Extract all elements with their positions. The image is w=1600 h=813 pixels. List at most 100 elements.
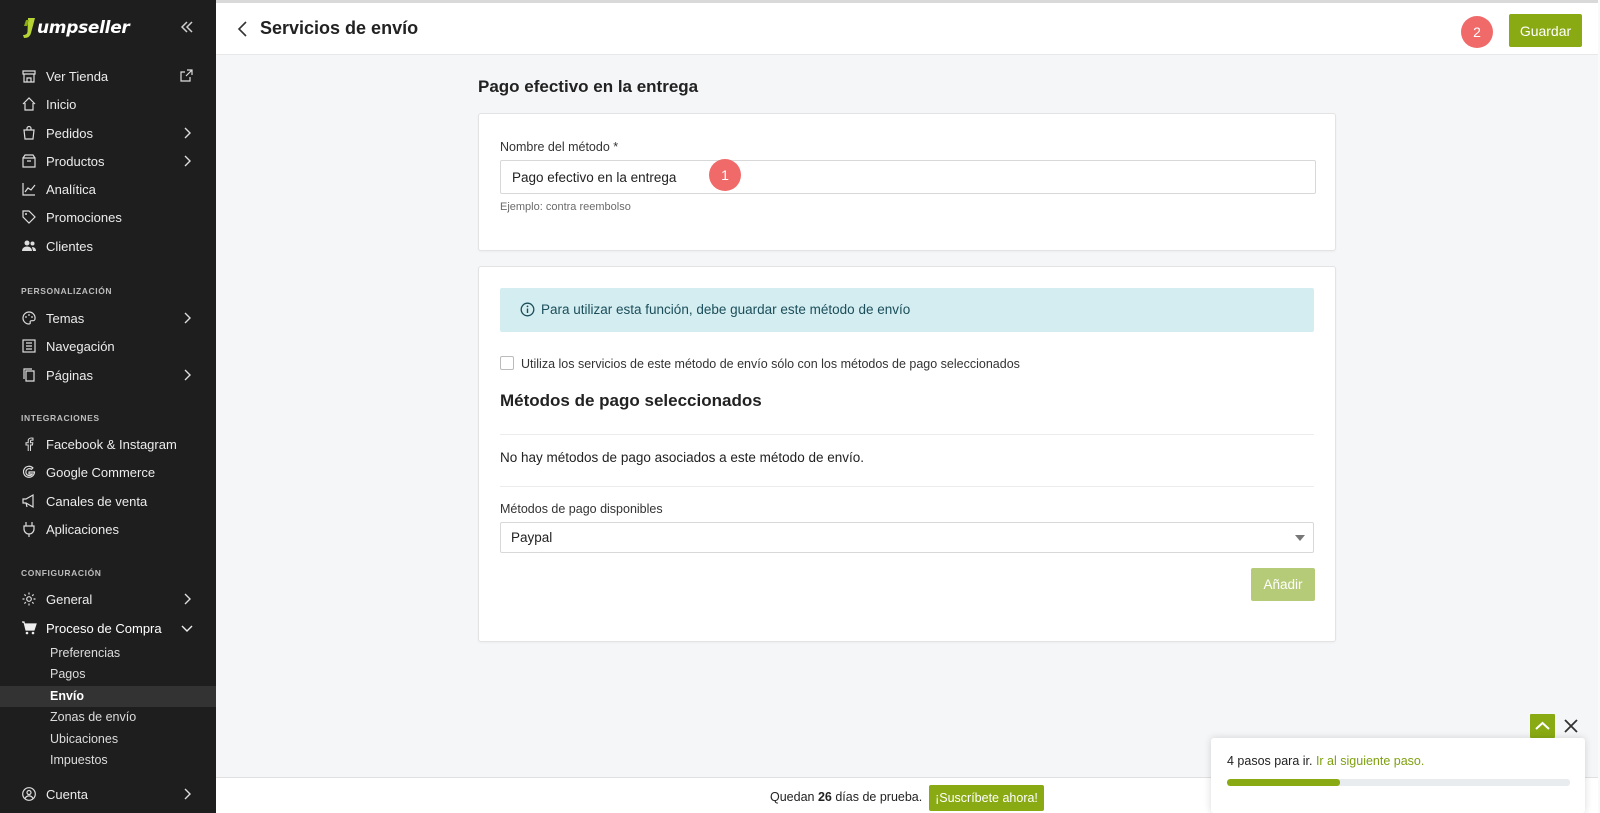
divider [500,486,1314,487]
step-badge-1: 1 [709,159,741,191]
onboarding-text: 4 pasos para ir. Ir al siguiente paso. [1227,754,1424,768]
method-name-card: Nombre del método * 1 Ejemplo: contra re… [478,113,1336,251]
section-title-configuracion: CONFIGURACIÓN [21,568,102,578]
sidebar-sub-envio[interactable]: Envío [0,686,216,707]
trial-prefix: Quedan [770,790,818,804]
method-heading: Pago efectivo en la entrega [478,77,699,96]
sidebar-item-pedidos[interactable]: Pedidos [0,120,216,146]
sidebar-sub-label: Envío [50,689,85,703]
chevron-up-icon [1535,721,1550,730]
jumpseller-logo[interactable]: umpseller [22,16,130,40]
available-methods-select[interactable]: Paypal [500,522,1314,553]
onboarding-widget: 4 pasos para ir. Ir al siguiente paso. [1211,738,1585,813]
sidebar-item-aplicaciones[interactable]: Aplicaciones [0,516,216,542]
sidebar-item-canales[interactable]: Canales de venta [0,488,216,514]
sidebar-item-label: Google Commerce [46,464,156,480]
section-title-integraciones: INTEGRACIONES [21,413,100,423]
sidebar-item-label: Pedidos [46,125,93,141]
sidebar-sub-label: Preferencias [50,646,121,660]
chevron-right-icon [184,369,191,381]
widget-expand-button[interactable] [1530,714,1555,738]
sidebar-sub-impuestos[interactable]: Impuestos [0,750,216,771]
list-icon [22,339,36,353]
no-methods-text: No hay métodos de pago asociados a este … [500,450,864,465]
chevron-down-icon [181,625,193,632]
sidebar-item-label: Temas [46,310,85,326]
sidebar-item-inicio[interactable]: Inicio [0,91,216,117]
megaphone-icon [22,493,34,509]
sidebar-item-cuenta[interactable]: Cuenta [0,781,216,807]
sidebar-sub-preferencias[interactable]: Preferencias [0,643,216,664]
sidebar-item-general[interactable]: General [0,586,216,612]
sidebar-item-label: Inicio [46,96,77,112]
chevron-left-icon[interactable] [236,19,250,39]
close-icon[interactable] [1561,716,1581,736]
home-icon [22,97,36,111]
method-name-label: Nombre del método * [500,140,619,154]
sidebar-item-analitica[interactable]: Analítica [0,176,216,202]
sidebar-item-label: Aplicaciones [46,521,119,537]
sidebar-sub-pagos[interactable]: Pagos [0,664,216,685]
gear-icon [22,592,36,606]
logo-text: umpseller [37,18,130,38]
sidebar-item-label: Clientes [46,238,93,254]
sidebar-item-label: Canales de venta [46,493,148,509]
sidebar-sub-ubicaciones[interactable]: Ubicaciones [0,729,216,750]
sidebar-sub-label: Zonas de envío [50,710,137,724]
store-icon [22,70,36,83]
pages-icon [23,368,35,382]
sidebar-sub-label: Ubicaciones [50,732,119,746]
subscribe-button[interactable]: ¡Suscríbete ahora! [929,785,1044,811]
select-value: Paypal [511,530,553,545]
next-step-link[interactable]: Ir al siguiente paso. [1316,754,1424,768]
method-name-help: Ejemplo: contra reembolso [500,201,631,213]
sidebar-item-label: Productos [46,153,105,169]
top-header: Servicios de envío 2 Guardar [216,0,1600,55]
sidebar-item-label: Ver Tienda [46,68,109,84]
sidebar-sub-label: Pagos [50,667,86,681]
google-icon [22,465,36,478]
add-payment-method-button[interactable]: Añadir [1251,568,1315,601]
sidebar-item-ver-tienda[interactable]: Ver Tienda [0,63,216,89]
sidebar-item-facebook[interactable]: Facebook & Instagram [0,431,216,457]
sidebar-item-label: Páginas [46,367,93,383]
sidebar-item-label: General [46,591,93,607]
chevron-right-icon [184,312,191,324]
chevron-right-icon [184,155,191,167]
sidebar: umpseller Ver Tienda Inicio Pedidos Prod… [0,0,216,813]
logo-mark-icon [23,18,35,38]
sidebar-item-proceso-de-compra[interactable]: Proceso de Compra [0,615,216,641]
sidebar-item-label: Proceso de Compra [46,620,162,636]
sidebar-item-productos[interactable]: Productos [0,148,216,174]
divider [500,434,1314,435]
sidebar-item-paginas[interactable]: Páginas [0,362,216,388]
users-icon [22,240,36,251]
sidebar-item-google[interactable]: Google Commerce [0,459,216,485]
onboarding-progress [1227,779,1570,786]
tag-icon [22,210,36,224]
sidebar-item-temas[interactable]: Temas [0,305,216,331]
save-button[interactable]: Guardar [1509,14,1582,47]
box-icon [22,154,36,168]
sidebar-item-clientes[interactable]: Clientes [0,233,216,259]
user-circle-icon [22,787,36,801]
method-name-input[interactable] [500,160,1316,194]
sidebar-item-label: Facebook & Instagram [46,436,177,452]
restrict-payment-label: Utiliza los servicios de este método de … [521,357,1020,371]
info-circle-icon [520,302,535,317]
sidebar-sub-label: Impuestos [50,753,108,767]
caret-down-icon [1295,535,1305,541]
sidebar-item-promociones[interactable]: Promociones [0,204,216,230]
payment-methods-card: Para utilizar esta función, debe guardar… [478,266,1336,642]
sidebar-sub-zonas-de-envio[interactable]: Zonas de envío [0,707,216,728]
onboarding-steps-text: 4 pasos para ir. [1227,754,1316,768]
double-chevron-left-icon[interactable] [178,18,196,36]
page-title: Servicios de envío [260,18,419,38]
external-link-icon [180,69,193,82]
sidebar-item-navegacion[interactable]: Navegación [0,333,216,359]
trial-suffix: días de prueba. [831,790,923,804]
chart-line-icon [22,183,36,196]
restrict-payment-checkbox[interactable] [500,356,514,370]
chevron-right-icon [184,127,191,139]
facebook-icon [25,437,34,451]
